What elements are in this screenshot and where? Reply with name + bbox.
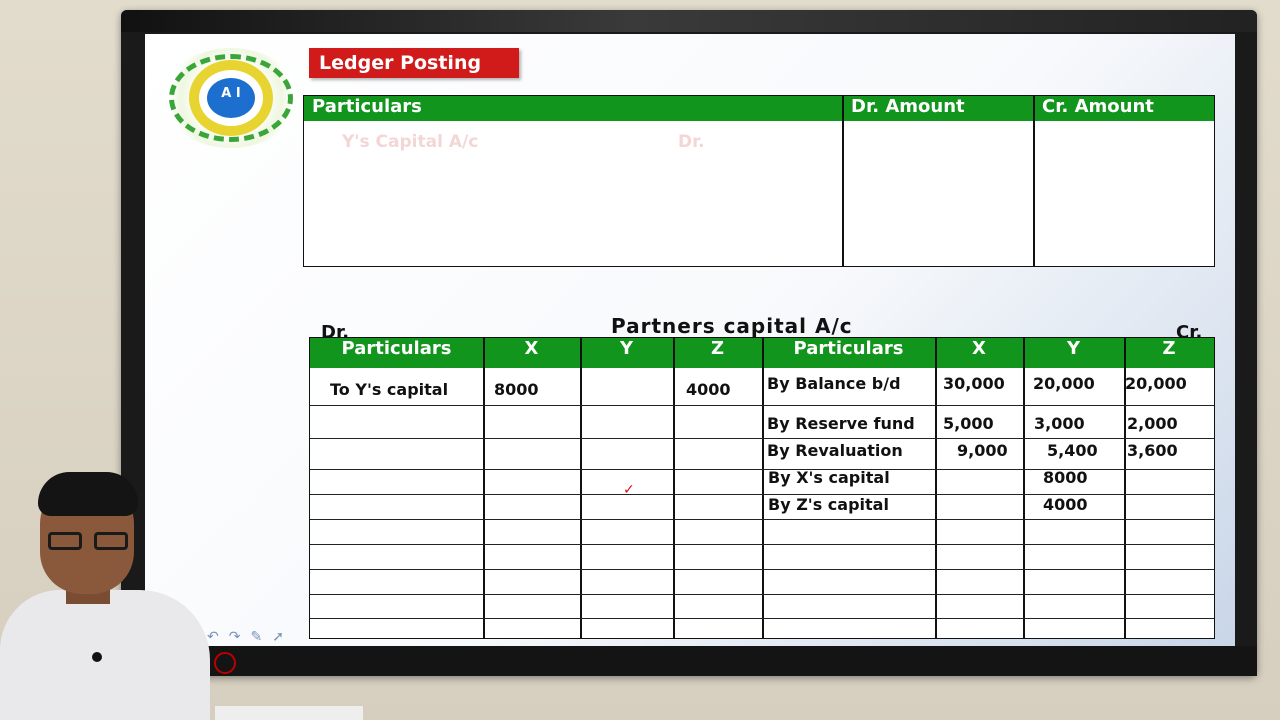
journal-divider xyxy=(842,96,844,266)
ledger-title: Partners capital A/c xyxy=(611,314,853,338)
ledger-row-line xyxy=(310,544,1214,545)
presenter-shirt xyxy=(0,590,210,720)
logo-text: A I xyxy=(221,86,241,101)
partners-capital-ledger: Particulars X Y Z Particulars X Y Z To Y… xyxy=(309,337,1215,639)
redo-icon[interactable]: ↷ xyxy=(229,629,251,645)
record-indicator-icon xyxy=(214,652,236,674)
credit-row-particular: By Reserve fund xyxy=(767,414,915,433)
debit-row-x: 8000 xyxy=(494,380,539,399)
credit-row-x: 9,000 xyxy=(957,441,1008,460)
ledger-divider xyxy=(673,338,675,638)
ledger-header-z-dr: Z xyxy=(710,338,725,359)
credit-row-particular: By Revaluation xyxy=(767,441,903,460)
ledger-divider xyxy=(580,338,582,638)
monitor-bottom-bezel xyxy=(121,646,1257,676)
pen-icon[interactable]: ✎ xyxy=(250,629,272,645)
ledger-row-line xyxy=(310,405,1214,406)
monitor: A I Ledger Posting Particulars Dr. Amoun… xyxy=(121,10,1257,676)
credit-row-y: 20,000 xyxy=(1033,374,1095,393)
credit-row-particular: By Z's capital xyxy=(768,495,889,514)
ledger-divider xyxy=(935,338,937,638)
presenter xyxy=(0,470,215,720)
credit-row-y: 5,400 xyxy=(1047,441,1098,460)
monitor-bezel xyxy=(121,10,1257,32)
ledger-divider xyxy=(1023,338,1025,638)
institute-logo: A I xyxy=(163,48,299,148)
credit-row-y: 3,000 xyxy=(1034,414,1085,433)
credit-row-z: 3,600 xyxy=(1127,441,1178,460)
pen-tick-mark: ✓ xyxy=(623,482,635,498)
ledger-header-x-dr: X xyxy=(524,338,539,359)
ledger-header-z-cr: Z xyxy=(1162,338,1176,359)
glasses-icon xyxy=(48,532,132,552)
ledger-divider xyxy=(483,338,485,638)
microphone-icon xyxy=(92,652,102,662)
ledger-header-particulars-dr: Particulars xyxy=(341,338,452,359)
pointer-icon[interactable]: ➚ xyxy=(272,629,294,645)
ledger-header-y-dr: Y xyxy=(619,338,634,359)
journal-header-dr-amount: Dr. Amount xyxy=(851,96,965,117)
credit-row-y: 4000 xyxy=(1043,495,1088,514)
journal-header-particulars: Particulars xyxy=(312,96,422,117)
ledger-header-y-cr: Y xyxy=(1066,338,1081,359)
credit-row-x: 5,000 xyxy=(943,414,994,433)
journal-divider xyxy=(1033,96,1035,266)
ledger-row-line xyxy=(310,438,1214,439)
journal-header-cr-amount: Cr. Amount xyxy=(1042,96,1154,117)
ledger-header-particulars-cr: Particulars xyxy=(793,338,904,359)
ledger-row-line xyxy=(310,594,1214,595)
slide-title: Ledger Posting xyxy=(309,48,519,78)
credit-row-particular: By X's capital xyxy=(768,468,890,487)
ledger-row-line xyxy=(310,519,1214,520)
credit-row-x: 30,000 xyxy=(943,374,1005,393)
debit-row-particular: To Y's capital xyxy=(330,380,449,399)
presenter-hair xyxy=(38,472,138,516)
credit-row-z: 2,000 xyxy=(1127,414,1178,433)
debit-row-z: 4000 xyxy=(686,380,731,399)
presentation-slide: A I Ledger Posting Particulars Dr. Amoun… xyxy=(145,34,1235,646)
ledger-header-x-cr: X xyxy=(972,338,986,359)
journal-table: Particulars Dr. Amount Cr. Amount Y's Ca… xyxy=(303,95,1215,267)
faded-entry-side: Dr. xyxy=(678,132,705,152)
credit-row-particular: By Balance b/d xyxy=(767,374,901,393)
ledger-row-line xyxy=(310,569,1214,570)
faded-entry-particular: Y's Capital A/c xyxy=(342,132,479,152)
credit-row-y: 8000 xyxy=(1043,468,1088,487)
annotation-toolbar: ↶↷✎➚ xyxy=(207,629,294,645)
ledger-row-line xyxy=(310,618,1214,619)
ledger-divider xyxy=(762,338,764,638)
desk-edge xyxy=(215,706,363,720)
credit-row-z: 20,000 xyxy=(1125,374,1187,393)
